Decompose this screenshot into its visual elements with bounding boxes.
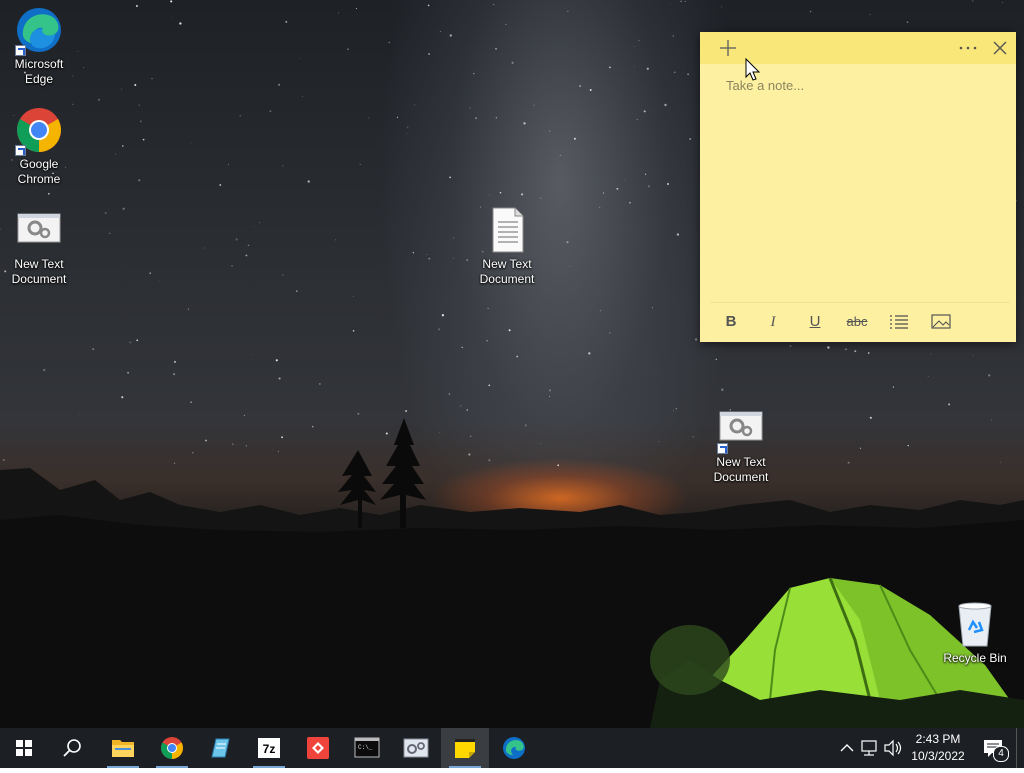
folder-icon bbox=[112, 740, 134, 757]
desktop-icon-recycle-bin[interactable]: Recycle Bin bbox=[936, 600, 1014, 666]
show-desktop-button[interactable] bbox=[1016, 728, 1024, 768]
shortcut-arrow-icon bbox=[717, 443, 728, 454]
image-icon bbox=[931, 314, 951, 329]
start-button[interactable] bbox=[0, 728, 48, 768]
desktop-icon-microsoft-edge[interactable]: Microsoft Edge bbox=[0, 6, 78, 87]
shortcut-arrow-icon bbox=[15, 45, 26, 56]
taskbar-anydesk[interactable] bbox=[294, 728, 342, 768]
taskbar-control-panel[interactable] bbox=[392, 728, 440, 768]
windows-logo-icon bbox=[16, 740, 32, 756]
notification-count-badge: 4 bbox=[993, 746, 1009, 762]
search-icon bbox=[63, 739, 81, 757]
bold-button[interactable]: B bbox=[716, 309, 746, 335]
network-icon bbox=[861, 740, 877, 756]
desktop-icon-label: New Text Document bbox=[713, 455, 769, 484]
chrome-icon bbox=[161, 737, 183, 759]
svg-text:C:\_: C:\_ bbox=[358, 744, 373, 751]
list-icon bbox=[890, 315, 908, 329]
sticky-notes-icon bbox=[455, 739, 475, 758]
formatting-toolbar: B I U abc bbox=[710, 302, 1010, 339]
taskbar-7-zip[interactable]: 7z bbox=[245, 728, 293, 768]
desktop[interactable]: Microsoft Edge Google Chrome New Text Do… bbox=[0, 0, 1024, 728]
chevron-up-icon bbox=[840, 744, 854, 752]
desktop-icon-label: New Text Document bbox=[11, 257, 67, 286]
clock-time: 2:43 PM bbox=[915, 732, 961, 746]
desktop-icon-label: Recycle Bin bbox=[943, 651, 1007, 665]
terminal-icon: C:\_ bbox=[354, 737, 380, 758]
svg-text:7z: 7z bbox=[263, 742, 276, 756]
taskbar-command-prompt[interactable]: C:\_ bbox=[343, 728, 391, 768]
desktop-icon-new-text-document-3[interactable]: New Text Document bbox=[702, 404, 780, 485]
settings-doc-icon bbox=[15, 206, 63, 254]
clock-button[interactable]: 2:43 PM 10/3/2022 bbox=[900, 731, 976, 765]
taskbar-sticky-notes[interactable] bbox=[441, 728, 489, 768]
menu-button[interactable] bbox=[954, 34, 982, 62]
plus-icon bbox=[720, 40, 736, 56]
desktop-icon-new-text-document-2[interactable]: New Text Document bbox=[468, 206, 546, 287]
network-button[interactable] bbox=[858, 728, 882, 768]
desktop-icon-google-chrome[interactable]: Google Chrome bbox=[0, 106, 78, 187]
taskbar: 7z C:\_ 2:43 PM 10/3/2022 4 bbox=[0, 728, 1024, 768]
bullet-list-button[interactable] bbox=[884, 309, 914, 335]
control-panel-icon bbox=[403, 738, 429, 758]
note-text-input[interactable] bbox=[724, 76, 998, 280]
desktop-icon-label: New Text Document bbox=[479, 257, 535, 286]
show-hidden-icons-button[interactable] bbox=[836, 728, 858, 768]
strikethrough-button[interactable]: abc bbox=[842, 309, 872, 335]
italic-button[interactable]: I bbox=[758, 309, 788, 335]
taskbar-notepad[interactable] bbox=[196, 728, 244, 768]
underline-button[interactable]: U bbox=[800, 309, 830, 335]
anydesk-icon bbox=[307, 737, 329, 759]
notepad-icon bbox=[211, 738, 230, 758]
desktop-icon-label: Microsoft Edge bbox=[14, 57, 64, 86]
mouse-cursor-icon bbox=[745, 58, 761, 81]
recycle-bin-icon bbox=[951, 600, 999, 648]
settings-doc-icon bbox=[717, 404, 765, 454]
action-center-button[interactable]: 4 bbox=[978, 728, 1010, 768]
desktop-icon-new-text-document[interactable]: New Text Document bbox=[0, 206, 78, 287]
edge-icon bbox=[15, 6, 63, 56]
new-note-button[interactable] bbox=[714, 34, 742, 62]
taskbar-microsoft-edge[interactable] bbox=[490, 728, 538, 768]
text-file-icon bbox=[483, 206, 531, 254]
more-options-icon bbox=[959, 46, 977, 50]
close-note-button[interactable] bbox=[986, 34, 1014, 62]
chrome-icon bbox=[15, 106, 63, 156]
edge-icon bbox=[503, 737, 525, 759]
clock-date: 10/3/2022 bbox=[911, 749, 965, 763]
desktop-icon-label: Google Chrome bbox=[17, 157, 61, 186]
7zip-icon: 7z bbox=[258, 738, 280, 758]
taskbar-google-chrome[interactable] bbox=[148, 728, 196, 768]
search-button[interactable] bbox=[48, 728, 96, 768]
add-image-button[interactable] bbox=[926, 309, 956, 335]
close-icon bbox=[993, 41, 1007, 55]
shortcut-arrow-icon bbox=[15, 145, 26, 156]
taskbar-file-explorer[interactable] bbox=[99, 728, 147, 768]
